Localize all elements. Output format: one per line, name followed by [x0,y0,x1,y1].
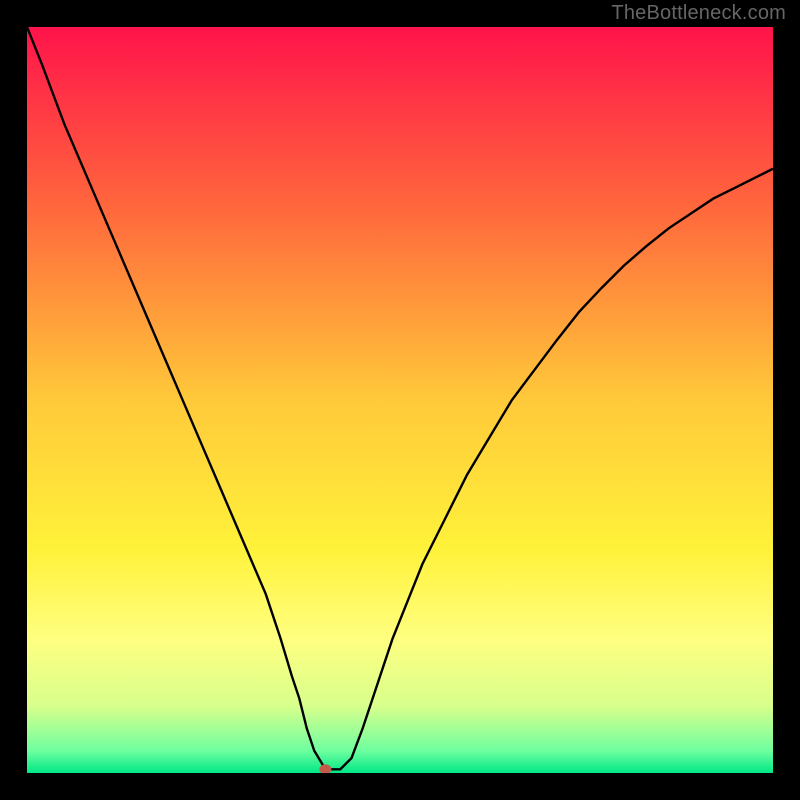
gradient-background [27,27,773,773]
bottleneck-curve-chart [27,27,773,773]
chart-container: TheBottleneck.com [0,0,800,800]
watermark-label: TheBottleneck.com [611,2,786,25]
plot-area [27,27,773,773]
